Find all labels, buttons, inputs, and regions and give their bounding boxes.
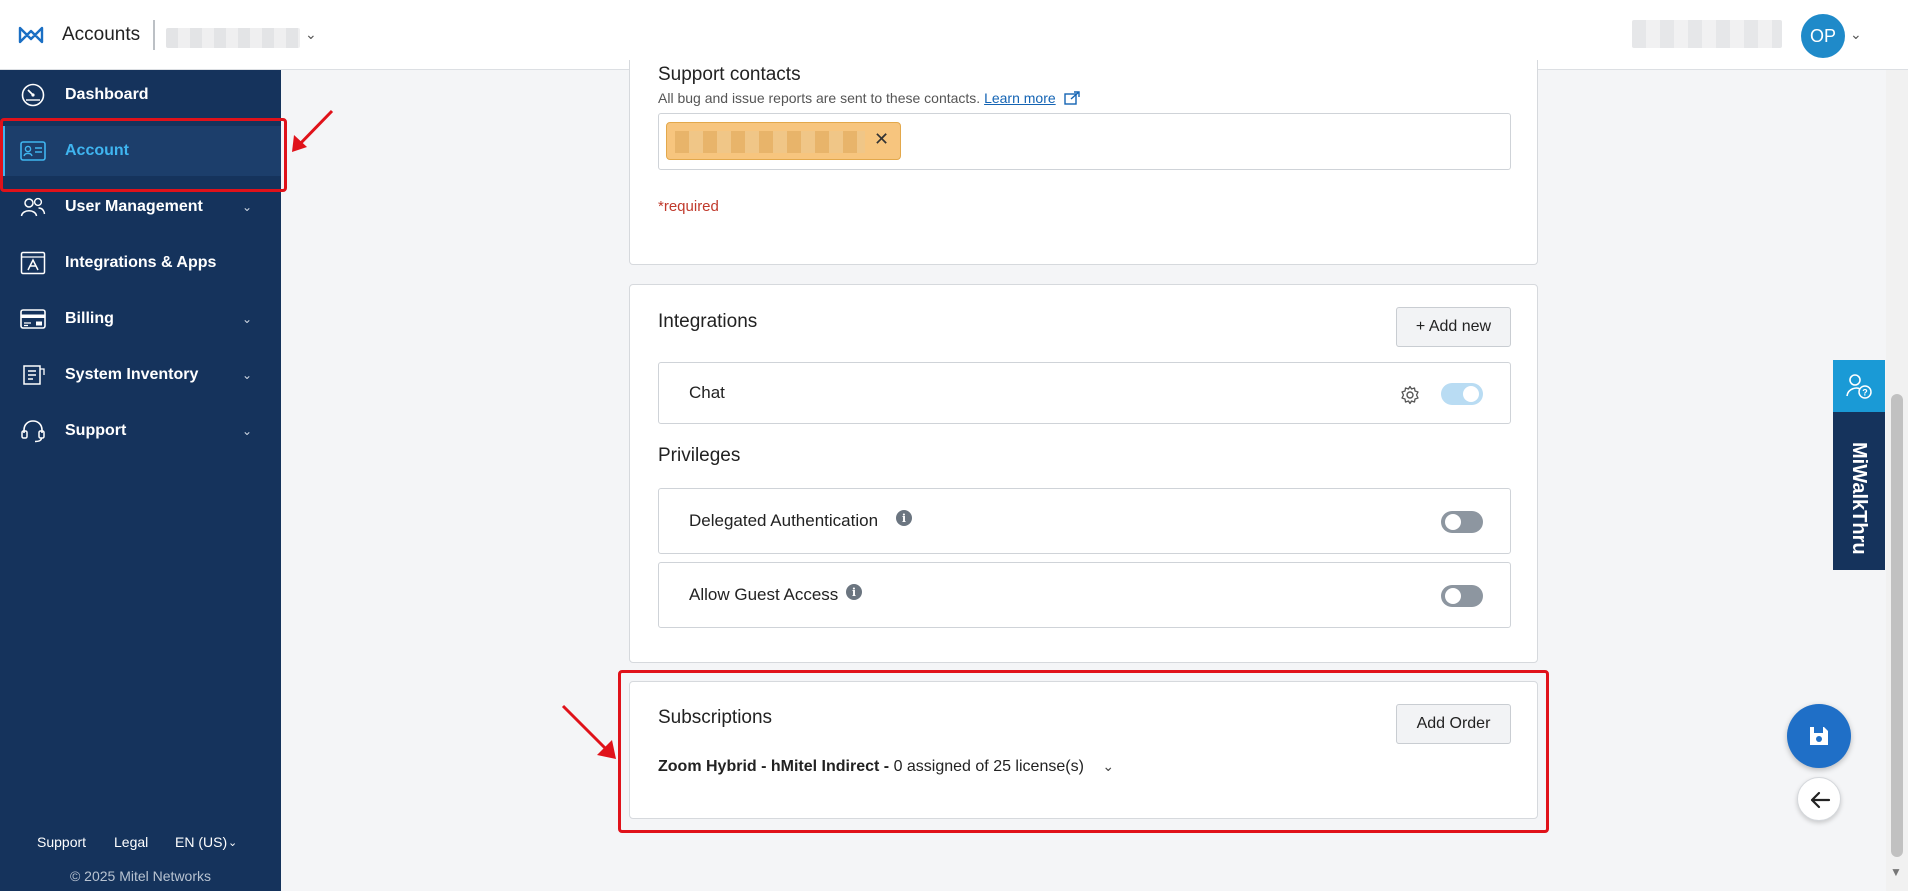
arrow-left-icon [1810, 791, 1831, 809]
external-link-icon[interactable] [1063, 91, 1080, 105]
chevron-down-icon: ⌄ [242, 312, 253, 326]
integration-label: Chat [689, 383, 725, 402]
gear-icon[interactable] [1400, 385, 1420, 405]
add-new-integration-button[interactable]: + Add new [1396, 307, 1511, 347]
privileges-title: Privileges [658, 445, 741, 466]
language-selector[interactable]: EN (US) [175, 834, 227, 850]
info-icon[interactable]: i [846, 584, 862, 600]
save-button[interactable] [1787, 704, 1851, 768]
toggle-knob [1463, 386, 1479, 402]
integrations-card: Integrations + Add new Chat Privileges D… [629, 284, 1538, 663]
scrollbar[interactable]: ▼ [1886, 70, 1908, 891]
chevron-down-icon[interactable]: ⌄ [305, 26, 317, 43]
sidebar-item-billing[interactable]: Billing ⌄ [0, 294, 281, 344]
privilege-row-delegated-auth: Delegated Authentication i [658, 488, 1511, 554]
save-disk-icon [1810, 727, 1828, 745]
footer-legal-link[interactable]: Legal [114, 834, 148, 850]
toggle-knob [1445, 514, 1461, 530]
close-icon[interactable]: ✕ [874, 129, 889, 150]
walkthru-help-tab[interactable]: ? [1833, 360, 1885, 412]
sidebar-item-label: Support [65, 422, 127, 439]
chevron-down-icon: ⌄ [242, 368, 253, 382]
svg-text:?: ? [1862, 388, 1868, 398]
annotation-highlight-account [0, 118, 287, 192]
inventory-icon [23, 365, 45, 385]
annotation-arrow-icon [292, 109, 334, 152]
privilege-row-guest-access: Allow Guest Access i [658, 562, 1511, 628]
account-selector[interactable] [166, 28, 300, 48]
sidebar-item-label: User Management [65, 198, 203, 215]
chevron-down-icon: ⌄ [242, 200, 253, 214]
users-icon [20, 197, 46, 217]
sidebar-item-label: Billing [65, 310, 114, 327]
integrations-title: Integrations [658, 311, 758, 332]
toggle-knob [1445, 588, 1461, 604]
footer-support-link[interactable]: Support [37, 834, 86, 850]
sidebar-item-label: Dashboard [65, 86, 149, 103]
annotation-arrow-icon [561, 704, 616, 759]
support-contacts-card: Support contacts All bug and issue repor… [629, 60, 1538, 265]
contact-chip-label [675, 131, 865, 153]
miwalkthru-panel[interactable]: ? MiWalkThru [1833, 360, 1885, 570]
header-divider [153, 20, 155, 50]
sidebar: Dashboard Account User Management ⌄ Inte… [0, 70, 281, 891]
sidebar-item-dashboard[interactable]: Dashboard [0, 70, 281, 120]
user-name [1632, 20, 1782, 48]
annotation-highlight-subscriptions [618, 670, 1549, 833]
app-title: Accounts [62, 24, 141, 45]
required-note: *required [658, 198, 719, 215]
mitel-logo-icon [18, 26, 44, 44]
copyright: © 2025 Mitel Networks [69, 868, 212, 884]
privilege-label: Allow Guest Access [689, 585, 839, 604]
chevron-down-icon[interactable]: ⌄ [228, 836, 237, 849]
miwalkthru-label: MiWalkThru [1848, 442, 1870, 555]
billing-card-icon [20, 309, 46, 329]
sidebar-item-integrations[interactable]: Integrations & Apps [0, 238, 281, 288]
support-contacts-description: All bug and issue reports are sent to th… [658, 90, 1080, 106]
guest-access-toggle[interactable] [1441, 585, 1483, 607]
learn-more-link[interactable]: Learn more [984, 90, 1056, 106]
sidebar-item-label: Integrations & Apps [65, 254, 217, 271]
dashboard-icon [21, 83, 45, 107]
user-help-icon: ? [1846, 374, 1872, 399]
contact-chip: ✕ [666, 122, 901, 160]
delegated-auth-toggle[interactable] [1441, 511, 1483, 533]
scroll-down-arrow-icon[interactable]: ▼ [1890, 865, 1902, 879]
chevron-down-icon[interactable]: ⌄ [1850, 26, 1862, 43]
headset-icon [21, 420, 45, 443]
description-text: All bug and issue reports are sent to th… [658, 90, 981, 106]
privilege-label: Delegated Authentication [689, 511, 879, 530]
back-button[interactable] [1797, 777, 1841, 821]
support-contacts-field[interactable]: ✕ [658, 113, 1511, 170]
sidebar-item-system-inventory[interactable]: System Inventory ⌄ [0, 350, 281, 400]
apps-icon [20, 251, 46, 275]
sidebar-item-support[interactable]: Support ⌄ [0, 406, 281, 456]
sidebar-item-label: System Inventory [65, 366, 199, 383]
avatar[interactable]: OP [1801, 14, 1845, 58]
support-contacts-title: Support contacts [658, 64, 801, 85]
info-icon[interactable]: i [896, 510, 912, 526]
integration-row-chat: Chat [658, 362, 1511, 424]
chevron-down-icon: ⌄ [242, 424, 253, 438]
scrollbar-thumb[interactable] [1891, 394, 1903, 857]
chat-toggle[interactable] [1441, 383, 1483, 405]
